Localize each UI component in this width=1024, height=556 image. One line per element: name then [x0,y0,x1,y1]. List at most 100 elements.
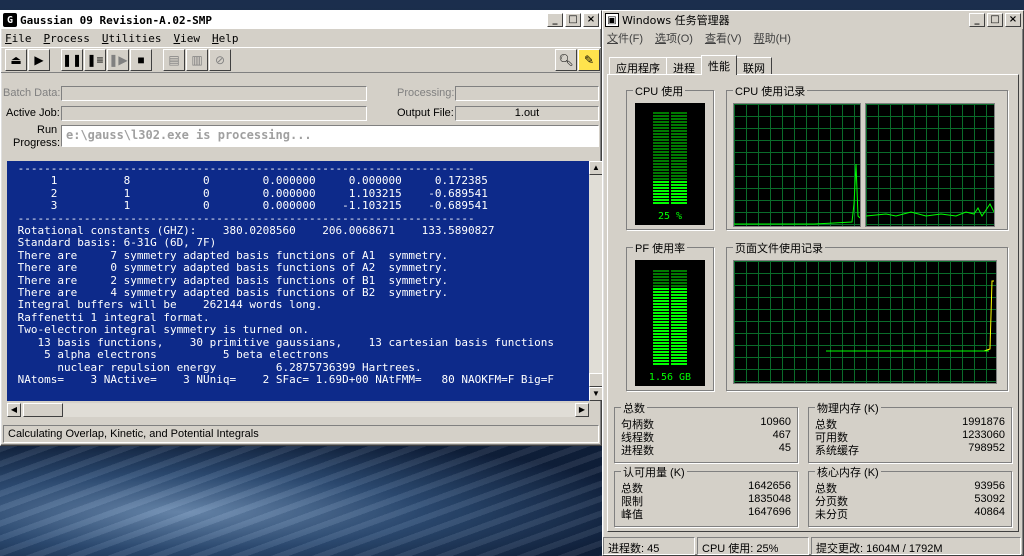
cpu-meter-segment [671,166,687,168]
play-icon[interactable]: ▶ [28,49,50,71]
stat-row: 总数 1642656 [621,480,791,495]
console-line: 5 alpha electrons 5 beta electrons [11,348,329,362]
menu-utilities[interactable]: Utilities [102,32,162,45]
scroll-down-icon[interactable]: ▼ [589,387,603,401]
close-button[interactable]: × [583,13,599,27]
physical-memory-title: 物理内存 (K) [815,400,881,416]
pause-after-link-icon[interactable]: ❚≡ [84,49,106,71]
stat-value: 798952 [968,442,1005,454]
stat-row: 峰值 1647696 [621,506,791,521]
menu-options[interactable]: 选项(O) [655,30,693,46]
vertical-scrollbar[interactable]: ▲ ▼ [589,161,603,401]
taskmgr-menubar: 文件(F) 选项(O) 查看(V) 帮助(H) [603,29,1023,47]
pf-meter-segment [671,288,687,290]
menu-view[interactable]: View [173,32,200,45]
pf-meter-segment [653,357,669,359]
tab-networking[interactable]: 联网 [736,57,772,75]
desktop-top-strip [0,0,1024,8]
pf-meter-segment [671,351,687,353]
minimize-button[interactable]: _ [969,13,985,27]
menu-view[interactable]: 查看(V) [705,30,742,46]
menu-help[interactable]: 帮助(H) [754,30,791,46]
cpu-meter-segment [653,118,669,120]
scroll-up-icon[interactable]: ▲ [589,161,603,175]
hscroll-thumb[interactable] [23,403,63,417]
pf-meter-segment [671,306,687,308]
pf-meter-segment [671,276,687,278]
cpu-meter-segment [671,199,687,201]
commit-charge-group: 认可用量 (K) 总数 1642656 限制 1835048 峰值 1647696 [614,464,798,527]
scroll-left-icon[interactable]: ◀ [7,403,21,417]
pf-meter-segment [671,282,687,284]
stat-label: 线程数 [621,432,654,444]
menu-file[interactable]: File [5,32,32,45]
cpu-meter-segment [671,160,687,162]
totals-title: 总数 [621,400,647,416]
cpu-meter-segment [653,160,669,162]
tab-performance[interactable]: 性能 [701,55,737,75]
cpu-usage-title: CPU 使用 [633,83,686,99]
cpu-meter-segment [653,172,669,174]
horizontal-scrollbar[interactable]: ◀ ▶ [7,403,589,417]
stat-row: 未分页 40864 [815,506,1005,521]
cpu-meter-segment [671,151,687,153]
stop-icon[interactable]: ■ [130,49,152,71]
stat-label: 限制 [621,496,643,508]
cpu-meter-segment [671,139,687,141]
pf-meter-segment [671,270,687,272]
pf-meter-segment [671,285,687,287]
cpu-meter-segment [671,133,687,135]
run-label: Run [37,124,58,136]
pf-meter-segment [653,294,669,296]
stat-row: 进程数 45 [621,442,791,457]
close-button[interactable]: × [1005,13,1021,27]
tab-applications[interactable]: 应用程序 [609,57,667,75]
pause-icon[interactable]: ❚❚ [61,49,83,71]
cpu-meter-segment [653,136,669,138]
cpu-meter-segment [653,157,669,159]
pf-meter-segment [671,303,687,305]
gaussian-statusbar: Calculating Overlap, Kinetic, and Potent… [3,425,599,443]
stat-label: 峰值 [621,509,643,521]
cpu-meter-segment [653,163,669,165]
cpu-meter-segment [653,154,669,156]
resume-icon[interactable]: ❚▶ [107,49,129,71]
pf-meter-segment [671,273,687,275]
menu-file[interactable]: 文件(F) [607,30,643,46]
edit-batch-icon[interactable]: ▤ [163,49,185,71]
tab-processes[interactable]: 进程 [666,57,702,75]
pf-meter-segment [653,345,669,347]
maximize-button[interactable]: □ [565,13,581,27]
cpu-meter-segment [653,151,669,153]
pf-meter-segment [671,291,687,293]
output-console[interactable]: ----------------------------------------… [7,161,589,401]
pf-meter-segment [671,336,687,338]
stat-value: 40864 [974,506,1005,518]
kill-job-icon[interactable]: ⊘ [209,49,231,71]
output-file-field: 1.out [455,106,599,121]
view-batch-icon[interactable]: ▥ [186,49,208,71]
scroll-right-icon[interactable]: ▶ [575,403,589,417]
cpu-meter-segment [671,145,687,147]
menu-process[interactable]: Process [44,32,90,45]
batch-data-field [61,86,367,101]
stat-row: 限制 1835048 [621,493,791,508]
commit-charge-title: 认可用量 (K) [621,464,687,480]
cpu-meter-segment [653,187,669,189]
pf-meter-segment [653,315,669,317]
scroll-thumb[interactable] [589,373,603,387]
pf-meter-segment [671,321,687,323]
minimize-button[interactable]: _ [547,13,563,27]
stat-value: 1647696 [748,506,791,518]
search-icon[interactable]: 🔍︎ [555,49,577,71]
totals-group: 总数 句柄数 10960 线程数 467 进程数 45 [614,400,798,463]
eject-icon[interactable]: ⏏ [5,49,27,71]
stat-label: 可用数 [815,432,848,444]
pf-meter-segment [653,321,669,323]
pf-meter-segment [671,315,687,317]
stat-row: 总数 1991876 [815,416,1005,431]
pf-usage-title: PF 使用率 [633,240,688,256]
maximize-button[interactable]: □ [987,13,1003,27]
menu-help[interactable]: Help [212,32,239,45]
edit-icon[interactable]: ✎ [578,49,600,71]
